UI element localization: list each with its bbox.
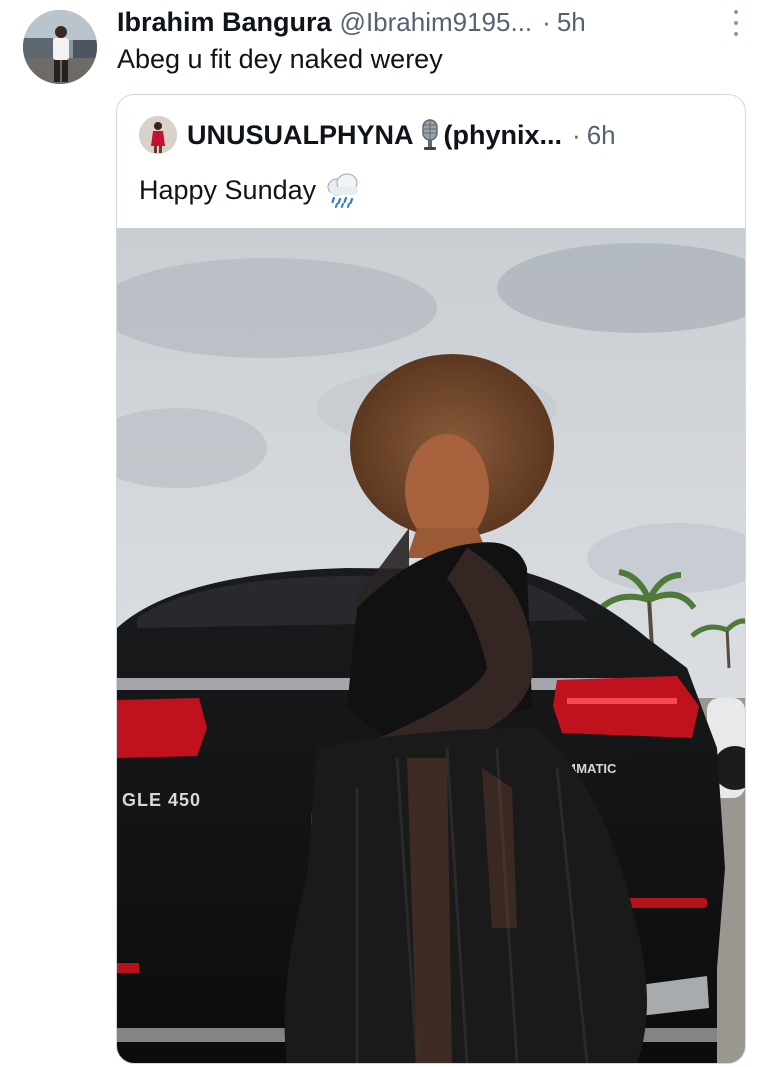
tweet-timestamp[interactable]: 5h	[557, 7, 586, 38]
quoted-display-name[interactable]: UNUSUALPHYNA	[187, 120, 414, 151]
quoted-tweet-header: UNUSUALPHYNA (phynix... · 6h	[139, 115, 616, 155]
separator-dot: ·	[542, 6, 551, 37]
quoted-avatar-image	[139, 116, 177, 154]
studio-microphone-icon	[421, 119, 438, 151]
cloud-with-rain-icon	[324, 171, 362, 209]
more-dot	[734, 32, 738, 36]
author-handle[interactable]: @Ibrahim9195...	[340, 7, 533, 38]
quoted-timestamp[interactable]: 6h	[587, 120, 616, 151]
quoted-author-avatar[interactable]	[139, 116, 177, 154]
car-model-badge: GLE 450	[122, 790, 201, 810]
more-dot	[734, 10, 738, 14]
separator-dot: ·	[572, 119, 581, 150]
author-display-name[interactable]: Ibrahim Bangura	[117, 7, 332, 38]
author-avatar[interactable]	[23, 10, 97, 84]
quoted-tweet-photo[interactable]: GLE 450 4MATIC	[117, 228, 745, 1063]
photo-woman-with-car: GLE 450 4MATIC	[117, 228, 745, 1063]
tweet-header: Ibrahim Bangura @Ibrahim9195... · 5h	[117, 4, 734, 40]
quoted-tweet-text: Happy Sunday	[139, 174, 317, 205]
quoted-tweet-card[interactable]: UNUSUALPHYNA (phynix... · 6h Happy Sunda…	[116, 94, 746, 1064]
more-dot	[734, 21, 738, 25]
quoted-tweet-text-row: Happy Sunday	[139, 171, 362, 209]
quoted-handle[interactable]: (phynix...	[444, 120, 563, 151]
author-avatar-image	[23, 10, 97, 84]
tweet-text: Abeg u fit dey naked werey	[117, 44, 443, 74]
more-options-icon[interactable]	[732, 10, 740, 36]
